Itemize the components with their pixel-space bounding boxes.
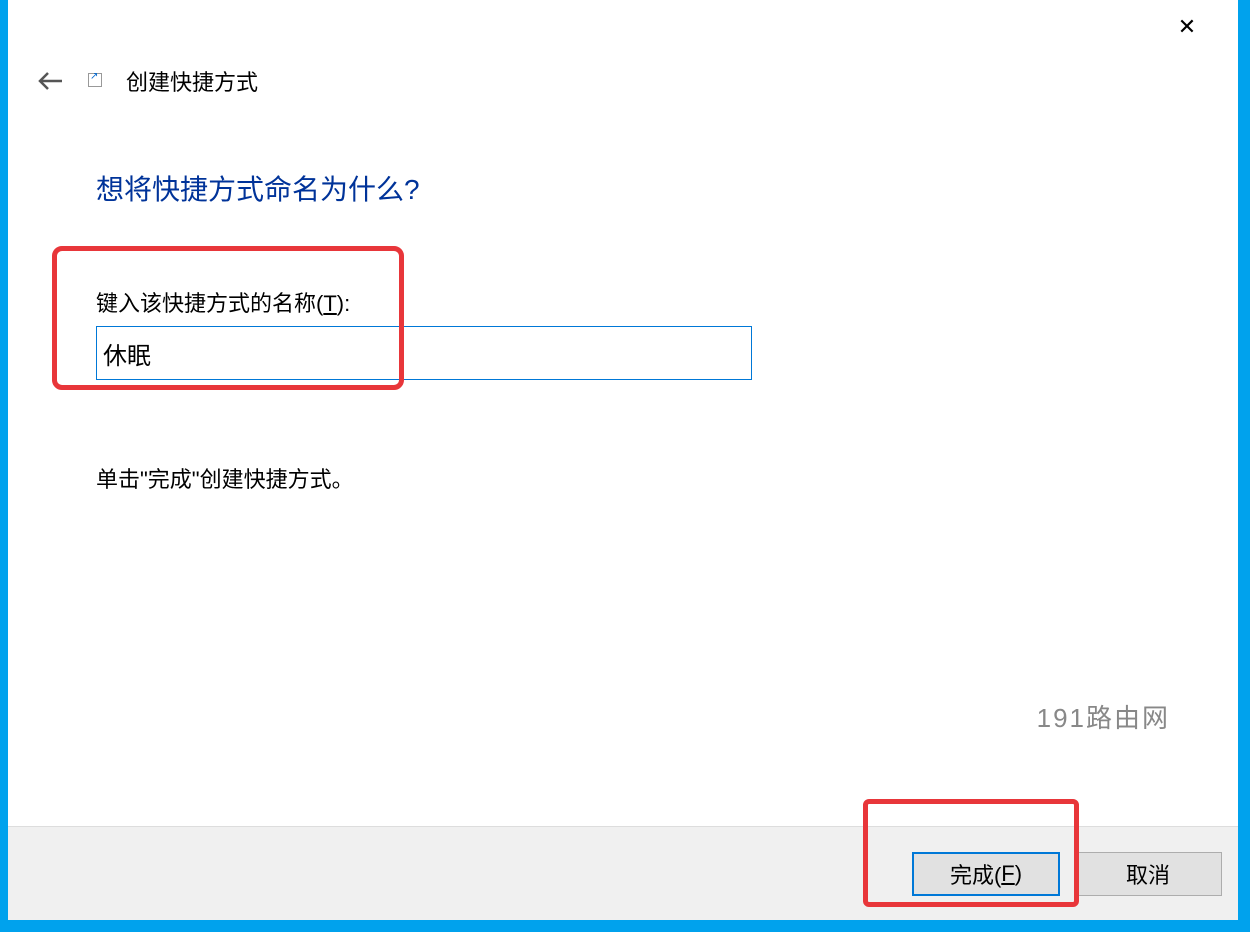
question-heading: 想将快捷方式命名为什么? [96,168,1198,208]
content-area: 想将快捷方式命名为什么? 键入该快捷方式的名称(T): 单击"完成"创建快捷方式… [8,106,1238,826]
finish-suffix: ) [1015,861,1022,887]
label-prefix: 键入该快捷方式的名称( [96,291,323,316]
back-arrow-icon [38,70,64,92]
shortcut-icon [88,73,104,89]
finish-prefix: 完成( [950,858,1001,890]
shortcut-name-input[interactable] [96,326,752,380]
label-accelerator: T [323,291,336,316]
create-shortcut-wizard: ✕ 创建快捷方式 想将快捷方式命名为什么? 键入该快捷方式的名称(T): 单击"… [8,0,1238,920]
finish-button[interactable]: 完成(F) [912,852,1060,896]
name-field-label: 键入该快捷方式的名称(T): [96,286,1198,318]
cancel-label: 取消 [1126,858,1170,890]
instruction-text: 单击"完成"创建快捷方式。 [96,462,1198,494]
back-button[interactable] [36,66,66,96]
wizard-title: 创建快捷方式 [126,65,258,97]
label-suffix: ): [337,291,350,316]
close-button[interactable]: ✕ [1172,12,1202,42]
footer-bar: 完成(F) 取消 [8,826,1238,920]
header-row: 创建快捷方式 [8,56,1238,106]
name-field-group: 键入该快捷方式的名称(T): [96,286,1198,380]
titlebar: ✕ [8,0,1238,56]
finish-accelerator: F [1001,861,1014,887]
close-icon: ✕ [1178,14,1196,40]
cancel-button[interactable]: 取消 [1074,852,1222,896]
watermark-text: 191路由网 [1037,698,1170,735]
